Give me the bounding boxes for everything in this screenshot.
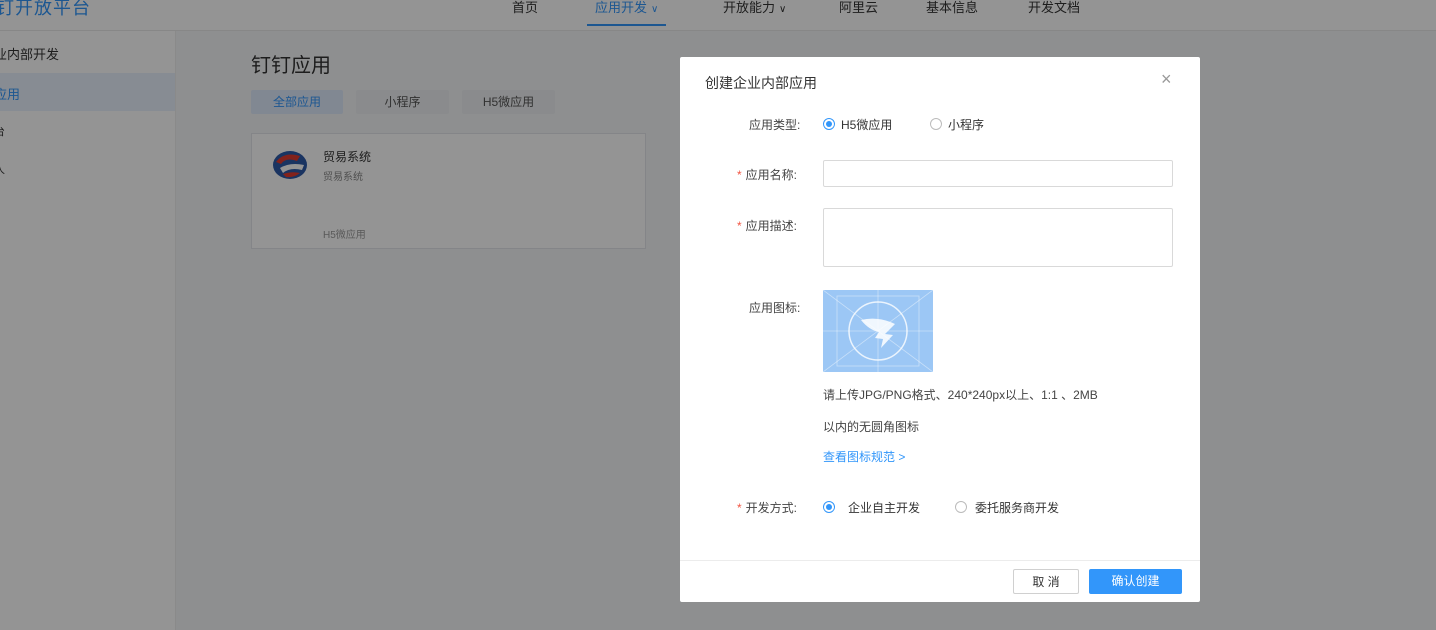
radio-h5-app-label[interactable]: H5微应用 [841, 116, 892, 133]
required-mark: * [737, 501, 742, 515]
radio-vendor-dev-label[interactable]: 委托服务商开发 [975, 499, 1059, 516]
radio-mini-program-label[interactable]: 小程序 [948, 116, 984, 133]
cancel-button[interactable]: 取 消 [1013, 569, 1079, 594]
icon-spec-link[interactable]: 查看图标规范 > [823, 448, 905, 465]
confirm-create-button[interactable]: 确认创建 [1089, 569, 1182, 594]
required-mark: * [737, 168, 742, 182]
icon-hint-line1: 请上传JPG/PNG格式、240*240px以上、1:1 、2MB [823, 388, 1098, 402]
close-icon[interactable]: × [1161, 69, 1172, 90]
radio-self-dev-label[interactable]: 企业自主开发 [848, 499, 920, 516]
dialog-footer-divider [680, 560, 1200, 561]
app-name-input[interactable] [823, 160, 1173, 187]
create-app-dialog: 创建企业内部应用 × 应用类型: H5微应用 小程序 * 应用名称: * 应用描述:… [680, 57, 1200, 602]
app-desc-label: * 应用描述: [737, 219, 798, 233]
app-name-label: * 应用名称: [737, 168, 798, 182]
dialog-title: 创建企业内部应用 [705, 75, 817, 91]
app-icon-label: 应用图标: [749, 301, 801, 315]
required-mark: * [737, 219, 742, 233]
dingtalk-placeholder-icon [822, 289, 934, 373]
radio-vendor-dev[interactable] [955, 501, 967, 513]
radio-self-dev[interactable] [823, 501, 835, 513]
icon-hint-line2: 以内的无圆角图标 [823, 420, 920, 434]
radio-mini-program[interactable] [930, 118, 942, 130]
radio-h5-app[interactable] [823, 118, 835, 130]
app-desc-textarea[interactable] [823, 208, 1173, 267]
app-type-label: 应用类型: [749, 118, 801, 132]
icon-upload-area[interactable] [822, 289, 934, 373]
dev-mode-label: * 开发方式: [737, 501, 798, 515]
